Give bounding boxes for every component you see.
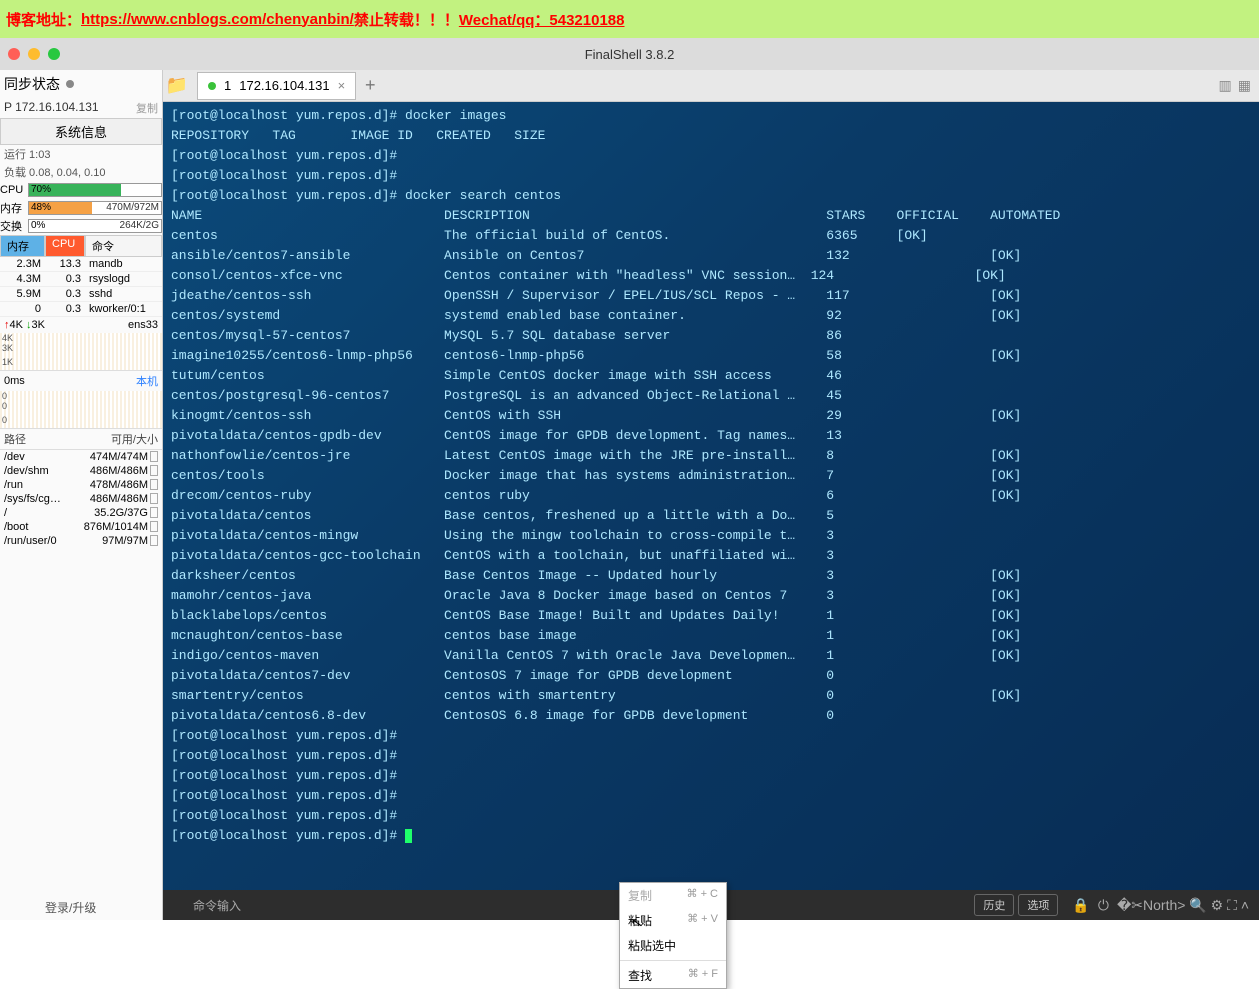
- sidebar: 同步状态 P 172.16.104.131 复制 系统信息 运行 1:03 负载…: [0, 70, 163, 920]
- expand-icon[interactable]: ⛶: [1227, 897, 1237, 913]
- cpu-label: CPU: [0, 184, 28, 196]
- process-row[interactable]: 5.9M0.3sshd: [0, 287, 162, 302]
- uptime: 运行 1:03: [0, 145, 162, 163]
- main-area: 📁 1 172.16.104.131 × + ▥ ▦ [root@localho…: [163, 70, 1259, 920]
- window-title: FinalShell 3.8.2: [585, 47, 675, 62]
- columns-icon[interactable]: ▥: [1219, 77, 1232, 94]
- lock-icon[interactable]: 🔒: [1072, 897, 1089, 914]
- nic-select[interactable]: ens33: [128, 319, 158, 331]
- process-row[interactable]: 00.3kworker/0:1: [0, 302, 162, 317]
- status-dot-icon: [208, 82, 216, 90]
- maximize-icon[interactable]: [48, 48, 60, 60]
- new-tab-button[interactable]: +: [356, 75, 384, 96]
- disk-row[interactable]: /dev474M/474M: [0, 450, 162, 464]
- grid-icon[interactable]: ▦: [1238, 77, 1251, 94]
- cut-icon[interactable]: �✂North> 🔍 ⚙ ⛶ ˄: [1117, 897, 1249, 914]
- close-icon[interactable]: ×: [338, 78, 346, 93]
- chevron-up-icon[interactable]: ˄: [1241, 897, 1249, 913]
- folder-icon[interactable]: 📁: [163, 75, 191, 97]
- mem-label: 内存: [0, 200, 28, 216]
- login-upgrade-link[interactable]: 登录/升级: [45, 899, 96, 916]
- tab-host[interactable]: 1 172.16.104.131 ×: [197, 72, 356, 100]
- disk-size-header[interactable]: 可用/大小: [26, 431, 158, 447]
- network-stats: ↑4K ↓3K ens33: [0, 317, 162, 333]
- swap-bar: 0% 264K/2G: [28, 219, 162, 233]
- status-dot-icon: [66, 80, 74, 88]
- system-info-button[interactable]: 系统信息: [0, 118, 162, 145]
- banner-wechat[interactable]: Wechat/qq：543210188: [459, 9, 625, 30]
- process-header: 内存 CPU 命令: [0, 235, 162, 257]
- context-menu-item[interactable]: 查找⌘ + F: [620, 963, 726, 988]
- options-button[interactable]: 选项: [1018, 894, 1058, 916]
- disk-row[interactable]: /run/user/097M/97M: [0, 534, 162, 548]
- context-menu-item: 复制⌘ + C: [620, 883, 726, 908]
- blog-banner: 博客地址： https://www.cnblogs.com/chenyanbin…: [0, 0, 1259, 38]
- history-button[interactable]: 历史: [974, 894, 1014, 916]
- context-menu[interactable]: 复制⌘ + C粘贴⌘ + V粘贴选中查找⌘ + F: [619, 882, 727, 989]
- net-chart: 4K 3K 1K: [0, 333, 162, 371]
- disk-row[interactable]: /boot876M/1014M: [0, 520, 162, 534]
- local-label[interactable]: 本机: [136, 373, 158, 389]
- cpu-bar: 70%: [28, 183, 162, 197]
- latency: 0ms: [4, 375, 25, 387]
- tab-bar: 📁 1 172.16.104.131 × + ▥ ▦: [163, 70, 1259, 102]
- banner-prefix: 博客地址：: [6, 9, 81, 30]
- minimize-icon[interactable]: [28, 48, 40, 60]
- banner-url[interactable]: https://www.cnblogs.com/chenyanbin/: [81, 11, 354, 28]
- power-icon[interactable]: ⏻: [1098, 897, 1109, 914]
- disk-row[interactable]: /35.2G/37G: [0, 506, 162, 520]
- disk-path-header[interactable]: 路径: [4, 431, 26, 447]
- context-menu-item[interactable]: 粘贴选中: [620, 933, 726, 958]
- load: 负载 0.08, 0.04, 0.10: [0, 163, 162, 181]
- sidebar-ip: P 172.16.104.131: [4, 100, 99, 116]
- gear-icon[interactable]: ⚙: [1211, 897, 1224, 913]
- close-icon[interactable]: [8, 48, 20, 60]
- mem-bar: 48% 470M/972M: [28, 201, 162, 215]
- latency-chart: 0 0 0: [0, 391, 162, 429]
- sync-status: 同步状态: [0, 70, 162, 98]
- process-row[interactable]: 4.3M0.3rsyslogd: [0, 272, 162, 287]
- terminal[interactable]: [root@localhost yum.repos.d]# docker ima…: [163, 102, 1259, 890]
- command-input[interactable]: 命令输入: [193, 897, 473, 914]
- disk-row[interactable]: /dev/shm486M/486M: [0, 464, 162, 478]
- process-row[interactable]: 2.3M13.3mandb: [0, 257, 162, 272]
- swap-label: 交换: [0, 218, 28, 234]
- disk-row[interactable]: /sys/fs/cg…486M/486M: [0, 492, 162, 506]
- copy-button[interactable]: 复制: [136, 100, 158, 116]
- search-icon[interactable]: 🔍: [1189, 897, 1206, 913]
- banner-mid: 禁止转载！！！: [354, 9, 459, 30]
- disk-row[interactable]: /run478M/486M: [0, 478, 162, 492]
- window-titlebar: FinalShell 3.8.2: [0, 38, 1259, 70]
